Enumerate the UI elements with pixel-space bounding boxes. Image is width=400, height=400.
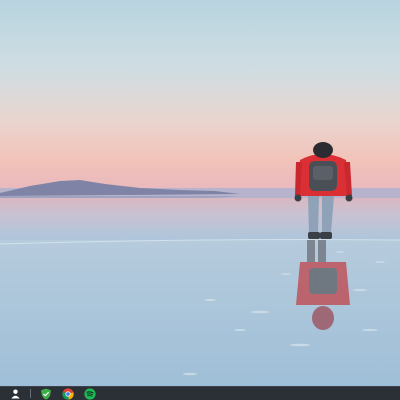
chrome-icon	[62, 387, 74, 400]
desktop-wallpaper	[0, 0, 400, 386]
spotify-icon	[84, 387, 96, 400]
desktop	[0, 0, 400, 386]
salt-flat	[0, 240, 400, 386]
security-app-button[interactable]	[37, 388, 55, 400]
chrome-app-button[interactable]	[59, 387, 77, 400]
spotify-app-button[interactable]	[81, 387, 99, 400]
reflection-water	[0, 198, 400, 244]
taskbar-separator	[30, 389, 31, 398]
shield-icon	[41, 388, 51, 400]
taskbar	[0, 386, 400, 400]
user-account-button[interactable]	[6, 388, 24, 400]
user-icon	[10, 389, 20, 399]
